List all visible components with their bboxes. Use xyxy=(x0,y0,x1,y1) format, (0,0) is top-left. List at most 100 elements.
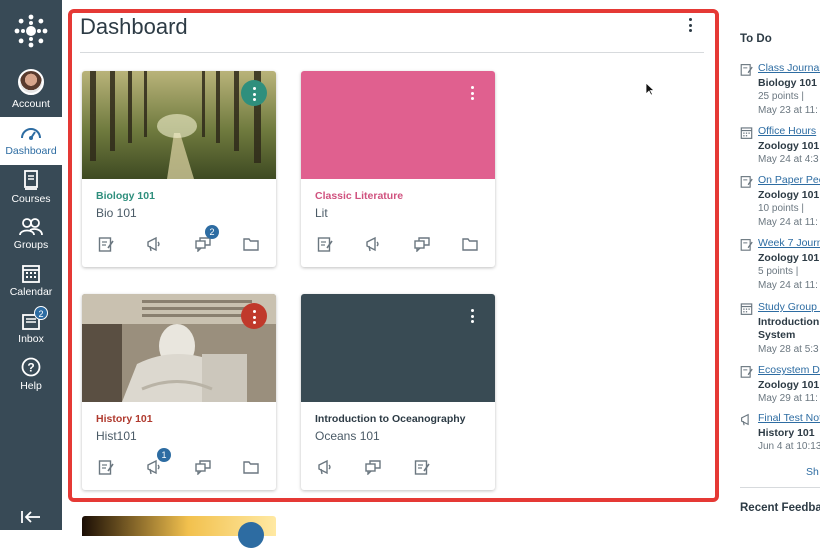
show-more-link[interactable]: Sh xyxy=(806,466,819,478)
announcements-icon[interactable] xyxy=(146,459,162,475)
announcement-icon xyxy=(741,413,749,426)
todo-title[interactable]: Week 7 Journ xyxy=(758,237,820,249)
todo-title[interactable]: On Paper Pee xyxy=(758,174,820,186)
card-options-icon[interactable] xyxy=(469,86,475,103)
assignments-icon[interactable] xyxy=(317,236,333,252)
todo-item[interactable]: Class Journal Biology 101 25 points | Ma… xyxy=(740,62,820,122)
nav-item-dashboard[interactable]: Dashboard xyxy=(0,117,62,165)
todo-title[interactable]: Ecosystem Di xyxy=(758,364,820,376)
todo-date: May 24 at 11: xyxy=(758,217,818,228)
todo-date: May 28 at 5:3 xyxy=(758,344,819,355)
card-actions xyxy=(301,236,495,256)
files-icon[interactable] xyxy=(243,459,259,475)
assignments-icon[interactable] xyxy=(98,236,114,252)
course-card-color[interactable] xyxy=(301,294,495,402)
todo-course: Zoology 101 xyxy=(758,252,820,264)
recent-feedback-heading: Recent Feedba xyxy=(740,502,820,514)
course-card-literature[interactable]: Classic Literature Lit xyxy=(301,71,495,267)
card-actions: 1 xyxy=(82,448,276,479)
nav-label: Help xyxy=(20,380,42,392)
assignment-icon xyxy=(740,64,753,76)
card-options-icon[interactable] xyxy=(238,522,264,548)
help-icon: ? xyxy=(21,357,41,377)
collapse-nav-icon[interactable] xyxy=(21,510,41,524)
todo-item[interactable]: Final Test Not History 101 Jun 4 at 10:1… xyxy=(740,412,820,458)
dashboard-options-icon[interactable] xyxy=(686,18,694,36)
todo-course: Zoology 101 xyxy=(758,140,820,152)
course-name: Lit xyxy=(315,206,328,220)
calendar-icon xyxy=(22,265,40,283)
nav-label: Groups xyxy=(13,239,49,251)
course-name: Bio 101 xyxy=(96,206,137,220)
todo-points: 5 points | xyxy=(758,266,799,277)
discussions-icon[interactable] xyxy=(195,459,211,475)
card-actions: 2 xyxy=(82,225,276,256)
course-card-biology[interactable]: Biology 101 Bio 101 2 xyxy=(82,71,276,267)
discussions-icon[interactable] xyxy=(414,236,430,252)
card-options-icon[interactable] xyxy=(241,80,267,106)
todo-title[interactable]: Final Test Not xyxy=(758,412,820,424)
assignment-icon xyxy=(740,176,753,188)
discussions-icon[interactable] xyxy=(365,459,381,475)
nav-item-inbox[interactable]: 2 Inbox xyxy=(0,306,62,352)
groups-icon xyxy=(19,218,43,236)
card-options-icon[interactable] xyxy=(469,309,475,326)
inbox-badge: 2 xyxy=(34,306,48,320)
global-nav: Account Dashboard Courses Groups Calenda… xyxy=(0,0,62,530)
todo-course: Introduction t xyxy=(758,316,820,328)
todo-item[interactable]: Study Group M Introduction t System May … xyxy=(740,301,820,361)
nav-label: Account xyxy=(12,98,50,110)
announcements-icon[interactable] xyxy=(365,236,381,252)
todo-date: May 23 at 11: xyxy=(758,105,818,116)
course-code[interactable]: Introduction to Oceanography xyxy=(315,413,466,425)
calendar-icon xyxy=(740,127,753,139)
todo-date: May 24 at 4:3 xyxy=(758,154,819,165)
course-name: Oceans 101 xyxy=(315,429,380,443)
assignments-icon[interactable] xyxy=(414,459,430,475)
nav-item-calendar[interactable]: Calendar xyxy=(0,263,62,303)
course-code[interactable]: Classic Literature xyxy=(315,190,403,202)
card-options-icon[interactable] xyxy=(241,303,267,329)
svg-text:?: ? xyxy=(27,361,34,375)
divider xyxy=(80,52,704,53)
files-icon[interactable] xyxy=(243,236,259,252)
nav-item-account[interactable]: Account xyxy=(0,66,62,116)
announcements-icon[interactable] xyxy=(317,459,333,475)
dashboard-icon xyxy=(21,128,41,140)
nav-item-help[interactable]: ? Help xyxy=(0,357,62,397)
todo-item[interactable]: On Paper Pee Zoology 101 10 points | May… xyxy=(740,174,820,234)
files-icon[interactable] xyxy=(462,236,478,252)
todo-points: 25 points | xyxy=(758,91,804,102)
course-code[interactable]: History 101 xyxy=(96,413,153,425)
nav-item-groups[interactable]: Groups xyxy=(0,218,62,258)
announcements-badge: 1 xyxy=(157,448,171,462)
todo-item[interactable]: Week 7 Journ Zoology 101 5 points | May … xyxy=(740,237,820,297)
todo-date: Jun 4 at 10:13 xyxy=(758,441,820,452)
book-icon xyxy=(24,170,38,190)
assignments-icon[interactable] xyxy=(98,459,114,475)
canvas-logo-icon[interactable] xyxy=(13,13,49,49)
nav-label: Courses xyxy=(11,193,51,205)
divider xyxy=(740,487,820,488)
todo-date: May 29 at 11: xyxy=(758,393,818,404)
course-card-oceanography[interactable]: Introduction to Oceanography Oceans 101 xyxy=(301,294,495,490)
todo-title[interactable]: Office Hours xyxy=(758,125,816,137)
nav-label: Calendar xyxy=(9,286,53,298)
mouse-cursor-icon xyxy=(645,82,655,96)
todo-course: Zoology 101 xyxy=(758,189,820,201)
course-card-history[interactable]: History 101 Hist101 1 xyxy=(82,294,276,490)
nav-label: Inbox xyxy=(18,333,44,345)
nav-item-courses[interactable]: Courses xyxy=(0,170,62,210)
card-actions xyxy=(301,459,495,479)
todo-title[interactable]: Study Group M xyxy=(758,301,820,313)
course-code[interactable]: Biology 101 xyxy=(96,190,155,202)
todo-course: System xyxy=(758,329,796,341)
course-card-color[interactable] xyxy=(301,71,495,179)
todo-title[interactable]: Class Journal xyxy=(758,62,820,74)
todo-item[interactable]: Ecosystem Di Zoology 101 May 29 at 11: xyxy=(740,364,820,410)
todo-course: Biology 101 xyxy=(758,77,817,89)
page-title: Dashboard xyxy=(80,14,188,39)
todo-item[interactable]: Office Hours Zoology 101 May 24 at 4:3 xyxy=(740,125,820,171)
announcements-icon[interactable] xyxy=(146,236,162,252)
course-name: Hist101 xyxy=(96,429,137,443)
